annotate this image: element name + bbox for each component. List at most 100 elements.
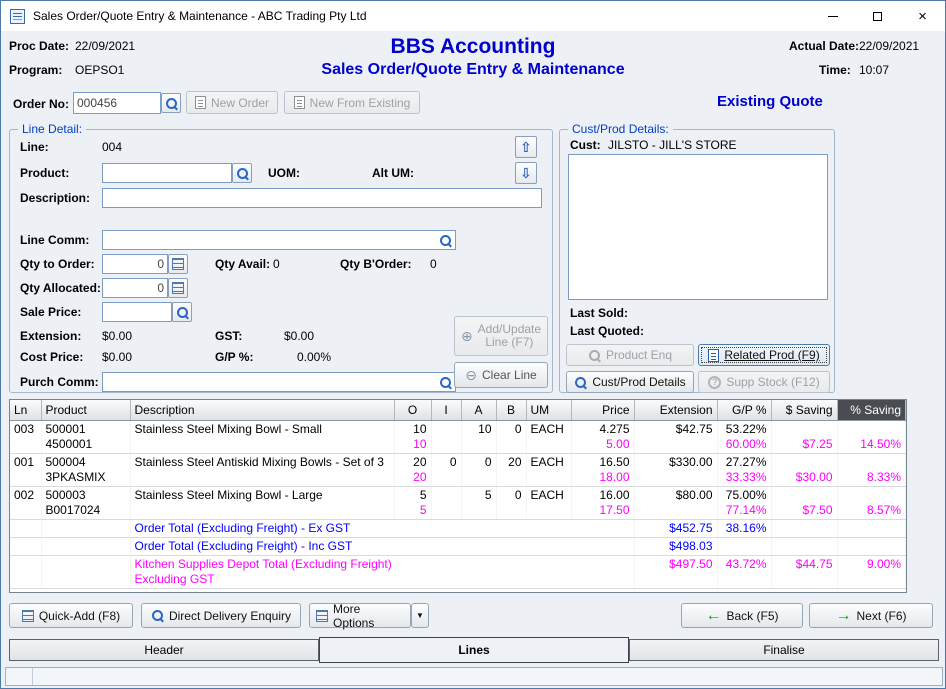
search-icon — [236, 167, 249, 180]
gp-value: 0.00% — [297, 350, 331, 364]
related-prod-button[interactable]: Related Prod (F9) — [698, 344, 830, 366]
cust-prod-detail-panel — [568, 154, 828, 300]
maximize-icon — [873, 12, 882, 21]
table-row[interactable]: 001 5000043PKASMIX Stainless Steel Antis… — [10, 453, 906, 486]
add-circle-icon: ⊕ — [461, 329, 473, 343]
more-options-dropdown-button[interactable]: ▼ — [411, 603, 429, 628]
remove-circle-icon: ⊖ — [465, 368, 477, 382]
order-no-search-button[interactable] — [161, 93, 181, 113]
direct-delivery-label: Direct Delivery Enquiry — [169, 609, 291, 623]
col-header-a[interactable]: A — [461, 400, 496, 420]
new-from-existing-button[interactable]: New From Existing — [284, 91, 420, 114]
line-comm-input[interactable] — [102, 230, 456, 250]
product-enq-label: Product Enq — [606, 348, 672, 362]
tab-lines-label: Lines — [458, 643, 489, 657]
next-arrow-icon: → — [835, 608, 851, 624]
close-button[interactable]: × — [900, 1, 945, 31]
table-header-row: Ln Product Description O I A B UM Price … — [10, 400, 906, 420]
qty-to-order-label: Qty to Order: — [20, 257, 95, 271]
tab-finalise[interactable]: Finalise — [629, 639, 939, 661]
title-bar: Sales Order/Quote Entry & Maintenance - … — [1, 1, 945, 31]
col-header-dollar-saving[interactable]: $ Saving — [771, 400, 837, 420]
line-detail-legend: Line Detail: — [18, 122, 86, 136]
col-header-o[interactable]: O — [394, 400, 431, 420]
cost-price-value: $0.00 — [102, 350, 132, 364]
quick-add-button[interactable]: Quick-Add (F8) — [9, 603, 133, 628]
total-row-inc-gst: Order Total (Excluding Freight) - Inc GS… — [10, 537, 906, 555]
supp-stock-button[interactable]: ? Supp Stock (F12) — [698, 371, 830, 393]
sale-price-input[interactable] — [102, 302, 172, 322]
qty-to-order-input[interactable]: 0 — [102, 254, 168, 274]
table-row[interactable]: 002 500003B0017024 Stainless Steel Mixin… — [10, 486, 906, 519]
cust-prod-details-button[interactable]: Cust/Prod Details — [566, 371, 694, 393]
supp-stock-label: Supp Stock (F12) — [726, 375, 819, 389]
sale-price-label: Sale Price: — [20, 305, 81, 319]
tab-lines[interactable]: Lines — [319, 637, 629, 663]
cost-price-label: Cost Price: — [20, 350, 83, 364]
qty-border-value: 0 — [430, 257, 437, 271]
order-no-input[interactable]: 000456 — [73, 92, 161, 114]
calculator-icon — [172, 258, 184, 270]
cust-value: JILSTO - JILL'S STORE — [608, 138, 737, 152]
time-value: 10:07 — [859, 63, 889, 77]
purch-comm-input[interactable] — [102, 372, 456, 392]
qty-to-order-calc-button[interactable] — [168, 254, 188, 274]
col-header-i[interactable]: I — [431, 400, 461, 420]
cust-label: Cust: — [570, 138, 601, 152]
col-header-ln[interactable]: Ln — [10, 400, 41, 420]
col-header-pct-saving[interactable]: % Saving — [837, 400, 906, 420]
line-comm-label: Line Comm: — [20, 233, 89, 247]
col-header-extension[interactable]: Extension — [634, 400, 717, 420]
new-order-button[interactable]: New Order — [186, 91, 278, 114]
qty-border-label: Qty B'Order: — [340, 257, 412, 271]
direct-delivery-button[interactable]: Direct Delivery Enquiry — [141, 603, 301, 628]
col-header-um[interactable]: UM — [526, 400, 571, 420]
related-prod-label: Related Prod (F9) — [724, 348, 819, 362]
uom-label: UOM: — [268, 166, 300, 180]
col-header-product[interactable]: Product — [41, 400, 130, 420]
line-down-button[interactable]: ⇩ — [515, 162, 537, 184]
col-header-b[interactable]: B — [496, 400, 526, 420]
chevron-down-icon: ▼ — [416, 611, 424, 620]
last-quoted-label: Last Quoted: — [570, 324, 644, 338]
actual-date-label: Actual Date: — [789, 39, 859, 53]
line-detail-group: Line Detail: Line: 004 ⇧ ⇩ Product: UOM:… — [9, 129, 553, 393]
related-prod-icon — [708, 349, 719, 362]
more-options-icon — [316, 610, 328, 622]
tab-header[interactable]: Header — [9, 639, 319, 661]
window-title: Sales Order/Quote Entry & Maintenance - … — [33, 9, 367, 23]
minimize-icon — [828, 16, 838, 17]
col-header-description[interactable]: Description — [130, 400, 394, 420]
order-no-label: Order No: — [13, 97, 69, 111]
clear-line-button[interactable]: ⊖ Clear Line — [454, 362, 548, 388]
cust-prod-group: Cust/Prod Details: Cust: JILSTO - JILL'S… — [559, 129, 835, 393]
search-icon — [574, 376, 587, 389]
product-input[interactable] — [102, 163, 232, 183]
add-update-line-button[interactable]: ⊕ Add/Update Line (F7) — [454, 316, 548, 356]
cust-prod-legend: Cust/Prod Details: — [568, 122, 673, 136]
time-label: Time: — [819, 63, 851, 77]
table-row[interactable]: 003 5000014500001 Stainless Steel Mixing… — [10, 420, 906, 453]
back-button[interactable]: ← Back (F5) — [681, 603, 803, 628]
product-label: Product: — [20, 166, 69, 180]
description-input[interactable] — [102, 188, 542, 208]
tab-finalise-label: Finalise — [763, 643, 804, 657]
qty-allocated-input[interactable]: 0 — [102, 278, 168, 298]
quick-add-icon — [22, 610, 34, 622]
status-bar-divider — [32, 668, 33, 685]
alt-um-label: Alt UM: — [372, 166, 414, 180]
product-search-button[interactable] — [232, 163, 252, 183]
calculator-icon — [172, 282, 184, 294]
next-button[interactable]: → Next (F6) — [809, 603, 933, 628]
qty-allocated-calc-button[interactable] — [168, 278, 188, 298]
gst-value: $0.00 — [284, 329, 314, 343]
maximize-button[interactable] — [855, 1, 900, 31]
line-up-button[interactable]: ⇧ — [515, 136, 537, 158]
product-enq-button[interactable]: Product Enq — [566, 344, 694, 366]
sale-price-search-button[interactable] — [172, 302, 192, 322]
extension-label: Extension: — [20, 329, 81, 343]
col-header-gp[interactable]: G/P % — [717, 400, 771, 420]
more-options-button[interactable]: More Options — [309, 603, 411, 628]
col-header-price[interactable]: Price — [571, 400, 634, 420]
minimize-button[interactable] — [810, 1, 855, 31]
